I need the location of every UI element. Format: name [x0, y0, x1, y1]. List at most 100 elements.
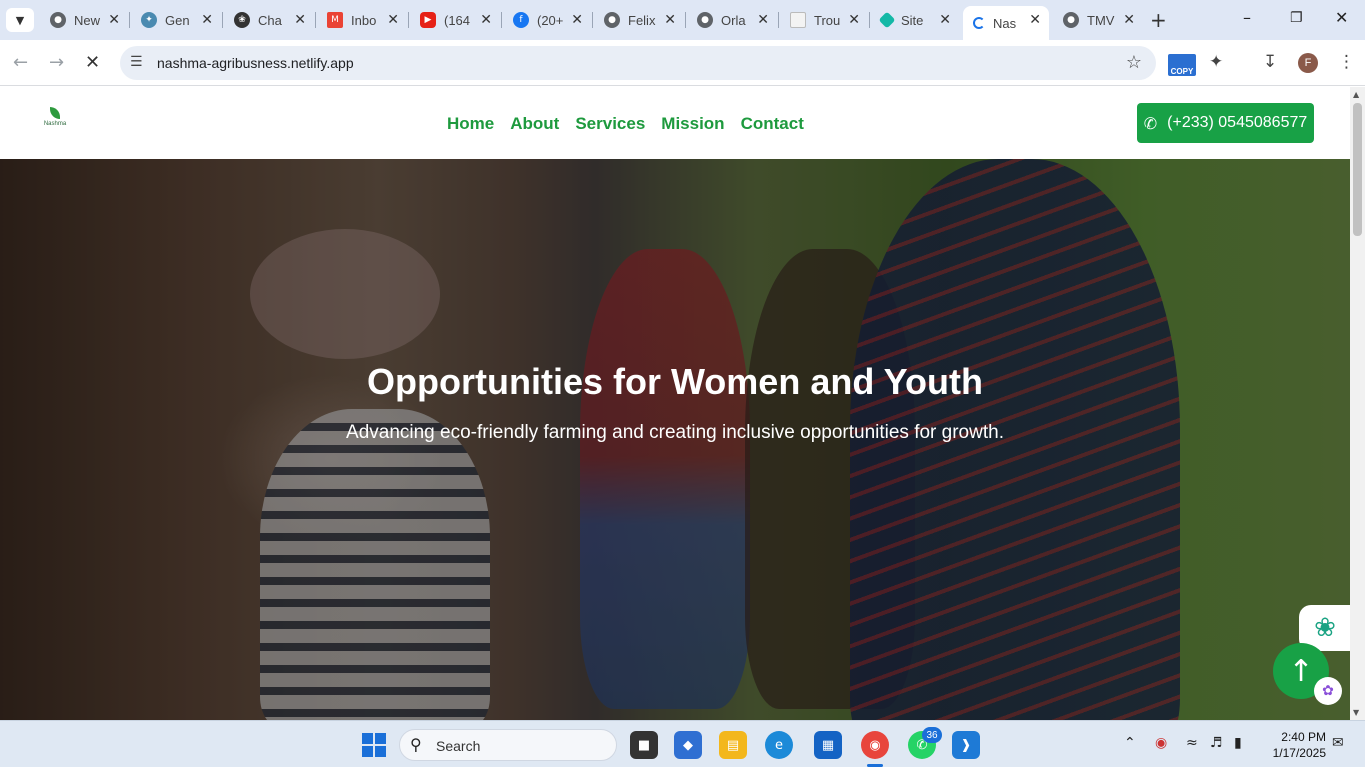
- chrome-icon: ●: [50, 12, 66, 28]
- close-tab-icon[interactable]: ✕: [664, 12, 676, 28]
- close-tab-icon[interactable]: ✕: [571, 12, 583, 28]
- extensions-icon[interactable]: ✦: [1209, 52, 1223, 72]
- restore-icon[interactable]: ❐: [1290, 10, 1303, 26]
- tab-divider: [222, 12, 223, 28]
- scroll-down-icon[interactable]: ▼: [1353, 708, 1359, 717]
- chatgpt-icon: ❀: [234, 12, 250, 28]
- hero-section: Opportunities for Women and Youth Advanc…: [0, 159, 1350, 720]
- tab-divider: [408, 12, 409, 28]
- chrome-taskbar-icon[interactable]: ◉: [861, 731, 889, 767]
- hero-subtitle: Advancing eco-friendly farming and creat…: [346, 422, 1004, 443]
- browser-tab-active[interactable]: Nas ✕: [963, 6, 1049, 40]
- edge-icon[interactable]: e: [765, 731, 793, 759]
- microsoft-store-icon[interactable]: ▦: [814, 731, 842, 759]
- tab-divider: [778, 12, 779, 28]
- gmail-icon: M: [327, 12, 343, 28]
- site-info-icon[interactable]: ☰: [130, 54, 143, 70]
- nav-services[interactable]: Services: [575, 114, 645, 134]
- tab-divider: [315, 12, 316, 28]
- loading-icon: [973, 17, 985, 29]
- search-icon: ⚲: [410, 735, 422, 754]
- wifi-icon[interactable]: ≈: [1186, 735, 1198, 751]
- nav-mission[interactable]: Mission: [661, 114, 724, 134]
- taskbar-search[interactable]: ⚲ Search: [399, 729, 617, 761]
- close-tab-icon[interactable]: ✕: [294, 12, 306, 28]
- site-header: Nashma Home About Services Mission Conta…: [0, 87, 1350, 159]
- file-explorer-icon[interactable]: ▤: [719, 731, 747, 759]
- forward-icon[interactable]: →: [49, 52, 64, 73]
- tab-divider: [685, 12, 686, 28]
- browser-tab[interactable]: f (20+ ✕: [503, 6, 591, 34]
- nav-home[interactable]: Home: [447, 114, 494, 134]
- tab-divider: [592, 12, 593, 28]
- volume-icon[interactable]: ♬: [1210, 735, 1223, 751]
- browser-tab[interactable]: ● Felix ✕: [594, 6, 684, 34]
- whatsapp-badge: 36: [922, 727, 942, 743]
- bookmark-star-icon[interactable]: ☆: [1126, 52, 1142, 73]
- tab-divider: [869, 12, 870, 28]
- brain-extension-icon[interactable]: ✿: [1314, 677, 1342, 705]
- main-nav: Home About Services Mission Contact: [447, 114, 804, 134]
- windows-taskbar: ⚲ Search ■ ◆ ▤ e ▦ ◉ ✆ 36 ❱ ⌃ ◉ ≈ ♬ ▮ 2:…: [0, 720, 1365, 767]
- browser-tab-strip: ▼ ● New ✕ ✦ Gen ✕ ❀ Cha ✕ M Inbo ✕ ▶ (16…: [0, 0, 1365, 40]
- hero-title: Opportunities for Women and Youth: [367, 361, 983, 402]
- battery-icon[interactable]: ▮: [1234, 735, 1242, 751]
- nav-about[interactable]: About: [510, 114, 559, 134]
- facebook-icon: f: [513, 12, 529, 28]
- browser-tab[interactable]: M Inbo ✕: [317, 6, 407, 34]
- globe-icon: ●: [697, 12, 713, 28]
- close-tab-icon[interactable]: ✕: [480, 12, 492, 28]
- windows-start-icon[interactable]: [362, 733, 386, 757]
- page-icon: [790, 12, 806, 28]
- download-icon[interactable]: ↧: [1263, 52, 1277, 72]
- close-tab-icon[interactable]: ✕: [108, 12, 120, 28]
- close-tab-icon[interactable]: ✕: [848, 12, 860, 28]
- minimize-icon[interactable]: –: [1243, 8, 1251, 27]
- back-icon[interactable]: ←: [13, 52, 28, 73]
- scrollbar-thumb[interactable]: [1353, 103, 1362, 236]
- browser-toolbar: ← → ✕ ☰ nashma-agribusness.netlify.app ☆…: [0, 40, 1365, 86]
- new-tab-icon[interactable]: +: [1150, 8, 1167, 32]
- network-status-icon[interactable]: ◉: [1155, 735, 1167, 751]
- stop-loading-icon[interactable]: ✕: [85, 52, 100, 73]
- browser-tab[interactable]: ● Orla ✕: [687, 6, 777, 34]
- globe-icon: ●: [604, 12, 620, 28]
- vscode-icon[interactable]: ❱: [952, 731, 980, 759]
- scroll-up-icon[interactable]: ▲: [1353, 90, 1359, 99]
- netlify-icon: [878, 11, 896, 29]
- browser-tab[interactable]: ❀ Cha ✕: [224, 6, 314, 34]
- address-bar[interactable]: ☰ nashma-agribusness.netlify.app ☆: [120, 46, 1156, 80]
- browser-tab[interactable]: Trou ✕: [780, 6, 868, 34]
- close-tab-icon[interactable]: ✕: [1123, 12, 1135, 28]
- microsoft365-icon[interactable]: ◆: [674, 731, 702, 759]
- tab-search-button[interactable]: ▼: [6, 8, 34, 32]
- browser-tab[interactable]: ✦ Gen ✕: [131, 6, 221, 34]
- gemini-icon: ✦: [141, 12, 157, 28]
- nav-contact[interactable]: Contact: [741, 114, 804, 134]
- profile-avatar[interactable]: F: [1298, 53, 1318, 73]
- close-tab-icon[interactable]: ✕: [939, 12, 951, 28]
- task-view-icon[interactable]: ■: [630, 731, 658, 759]
- site-logo[interactable]: Nashma: [42, 107, 68, 133]
- browser-tab[interactable]: ▶ (164 ✕: [410, 6, 500, 34]
- globe-icon: ●: [1063, 12, 1079, 28]
- close-tab-icon[interactable]: ✕: [1029, 12, 1041, 28]
- phone-button[interactable]: ✆ (+233) 0545086577: [1137, 103, 1314, 143]
- page-viewport: Nashma Home About Services Mission Conta…: [0, 87, 1350, 720]
- browser-menu-icon[interactable]: ⋮: [1338, 52, 1355, 72]
- close-window-icon[interactable]: ✕: [1335, 8, 1348, 27]
- close-tab-icon[interactable]: ✕: [201, 12, 213, 28]
- tray-overflow-icon[interactable]: ⌃: [1124, 735, 1136, 751]
- browser-tab[interactable]: ● TMV ✕: [1053, 6, 1143, 34]
- page-scrollbar[interactable]: ▲ ▼: [1350, 87, 1365, 720]
- close-tab-icon[interactable]: ✕: [757, 12, 769, 28]
- close-tab-icon[interactable]: ✕: [387, 12, 399, 28]
- phone-icon: ✆: [1143, 113, 1158, 133]
- copy-extension-icon[interactable]: COPY: [1168, 54, 1196, 76]
- notification-icon[interactable]: ✉: [1332, 735, 1344, 751]
- tab-divider: [501, 12, 502, 28]
- url-text[interactable]: nashma-agribusness.netlify.app: [157, 55, 354, 71]
- taskbar-clock[interactable]: 2:40 PM 1/17/2025: [1262, 729, 1326, 761]
- browser-tab[interactable]: Site ✕: [871, 6, 959, 34]
- browser-tab[interactable]: ● New ✕: [40, 6, 128, 34]
